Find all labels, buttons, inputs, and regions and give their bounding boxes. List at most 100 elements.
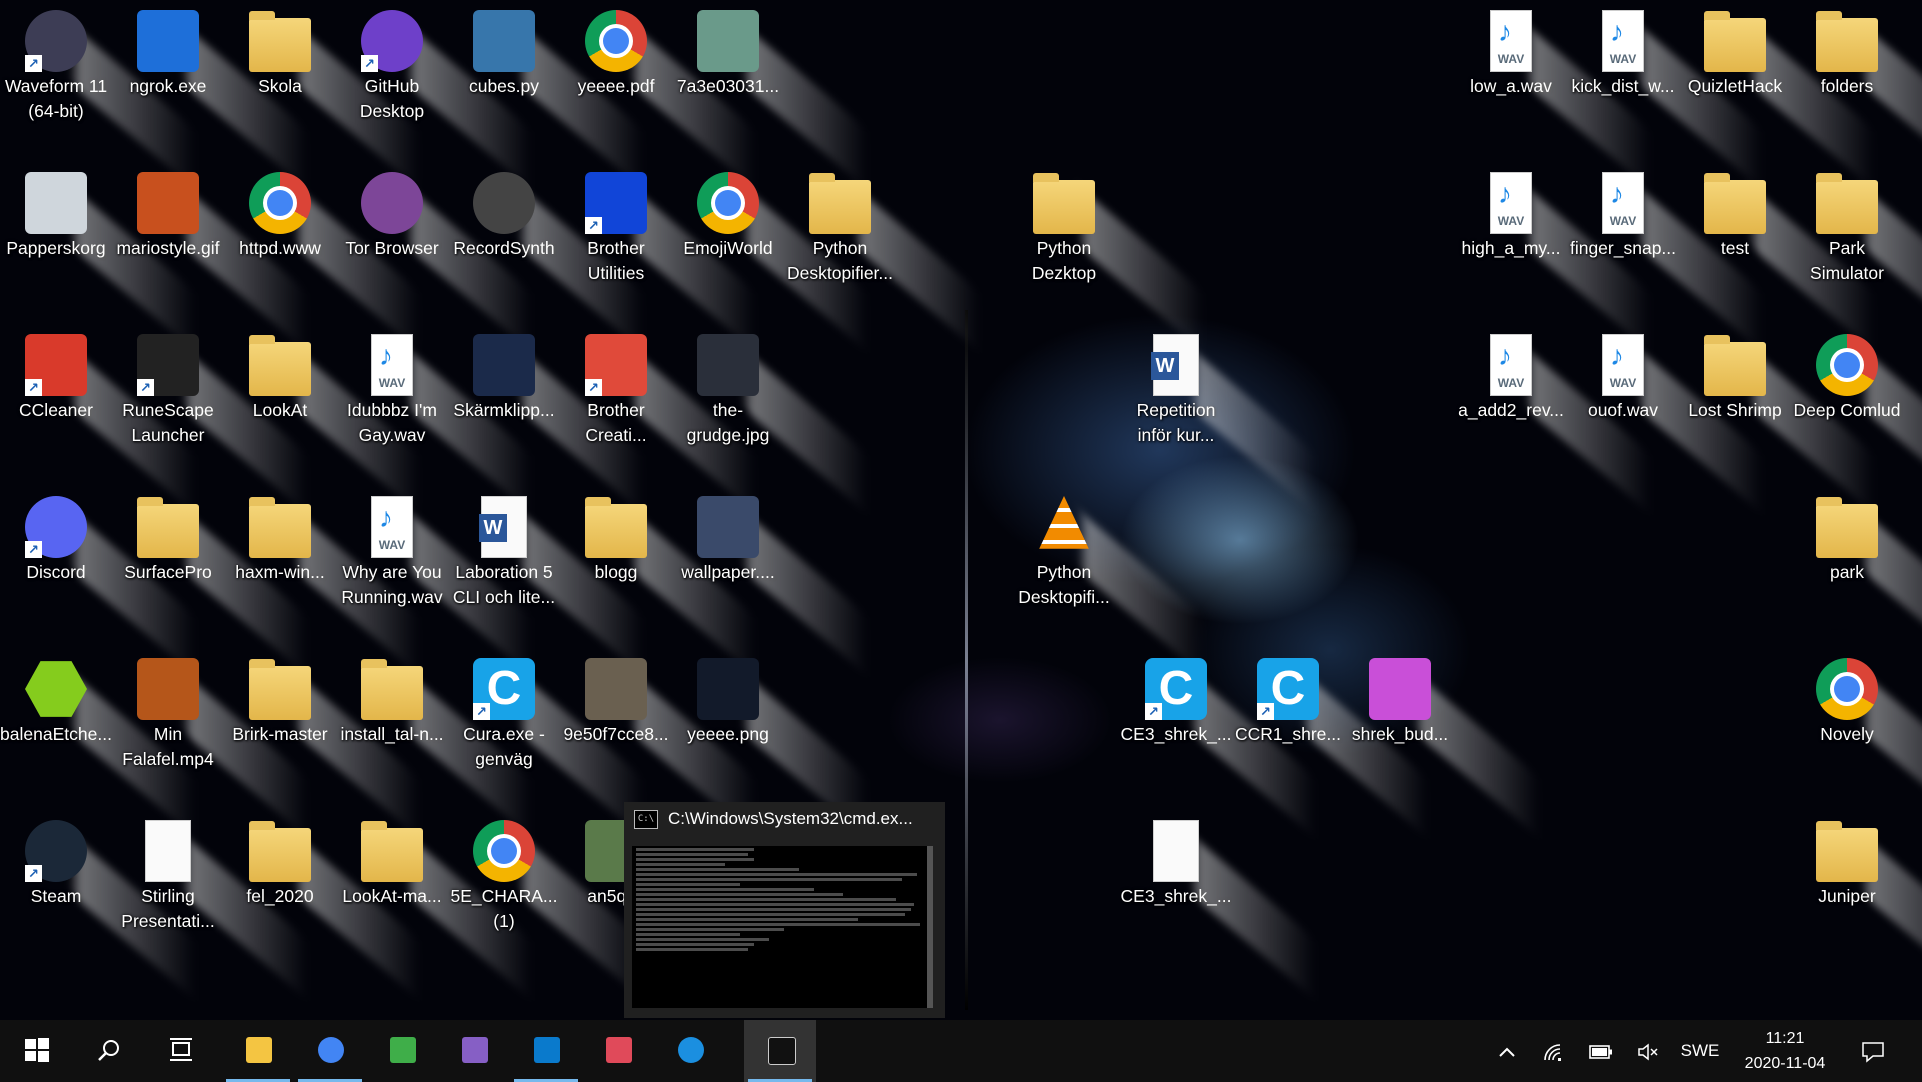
desktop-icon[interactable]: ↗ Steam [0, 814, 195, 999]
desktop-icon[interactable]: C ↗ CE3_shrek_... [1120, 652, 1315, 837]
action-center-button[interactable] [1855, 1020, 1891, 1082]
desktop-icon[interactable]: Brirk-master [224, 652, 419, 837]
desktop-icon[interactable]: W Laboration 5 CLI och lite... [448, 490, 643, 675]
desktop-icon[interactable]: 5E_CHARA... (1) [448, 814, 643, 999]
desktop-icon[interactable]: wallpaper.... [672, 490, 867, 675]
search-icon [98, 1040, 119, 1061]
desktop-icon[interactable]: Lost Shrimp [1679, 328, 1874, 513]
start-button[interactable] [0, 1020, 72, 1082]
desktop-icon[interactable]: folders [1791, 4, 1922, 189]
desktop-icon[interactable]: ↗ CCleaner [0, 328, 195, 513]
desktop-icon[interactable]: LookAt-ma... [336, 814, 531, 999]
desktop-icon[interactable]: ↗ GitHub Desktop [336, 4, 531, 189]
desktop-icon[interactable]: ♪ WAV low_a.wav [1455, 4, 1650, 189]
desktop-icon[interactable]: Park Simulator [1791, 166, 1922, 351]
desktop-icon[interactable]: W Repetition inför kur... [1120, 328, 1315, 513]
windows-start-icon [25, 1038, 49, 1062]
wav-file-icon: ♪ WAV [1480, 334, 1650, 513]
show-hidden-icons-button[interactable] [1490, 1020, 1524, 1082]
desktop-icon[interactable]: Python Desktopifier... [784, 166, 979, 351]
cmd-preview-title[interactable]: C:\ C:\Windows\System32\cmd.ex... [624, 802, 945, 836]
desktop-icon[interactable]: test [1679, 166, 1874, 351]
zip-folder-icon [809, 172, 979, 351]
taskbar-chrome-button[interactable] [294, 1020, 366, 1082]
shortcut-arrow-icon: ↗ [585, 217, 602, 234]
desktop-icon[interactable]: ♪ WAV finger_snap... [1567, 166, 1762, 351]
desktop-icon[interactable]: ↗ RuneScape Launcher [112, 328, 307, 513]
desktop-icon[interactable]: ♪ WAV Idubbbz I'm Gay.wav [336, 328, 531, 513]
desktop-icon[interactable]: haxm-win... [224, 490, 419, 675]
desktop-icon[interactable]: Tor Browser [336, 166, 531, 351]
desktop-icon[interactable]: 9e50f7cce8... [560, 652, 755, 837]
desktop-icon[interactable]: fel_2020 [224, 814, 419, 999]
desktop-icon[interactable]: C ↗ Cura.exe - genväg [448, 652, 643, 837]
desktop-icon[interactable]: C ↗ CCR1_shre... [1232, 652, 1427, 837]
taskbar-snipping-tool-button[interactable] [582, 1020, 654, 1082]
desktop-icon[interactable]: ↗ Brother Creati... [560, 328, 755, 513]
image-file-icon [697, 496, 867, 675]
desktop-icon[interactable]: park [1791, 490, 1922, 675]
desktop-icon[interactable]: ↗ Waveform 11 (64-bit) [0, 4, 195, 189]
desktop-icon[interactable]: Novely [1791, 652, 1922, 837]
volume-button[interactable] [1631, 1020, 1665, 1082]
desktop-icon[interactable]: Skola [224, 4, 419, 189]
cmd-window-preview[interactable]: C:\ C:\Windows\System32\cmd.ex... [624, 802, 945, 1018]
desktop-icon[interactable]: QuizletHack [1679, 4, 1874, 189]
clock[interactable]: 11:21 2020-11-04 [1720, 1026, 1850, 1076]
taskbar-vscode-button[interactable] [510, 1020, 582, 1082]
desktop-icon[interactable]: the-grudge.jpg [672, 328, 867, 513]
taskbar-edge-button[interactable] [654, 1020, 726, 1082]
cura-icon: C ↗ [1145, 658, 1315, 837]
taskbar-grid-app-button[interactable] [366, 1020, 438, 1082]
taskbar-command-prompt-button[interactable] [744, 1020, 816, 1082]
desktop-icon[interactable]: LookAt [224, 328, 419, 513]
desktop-icon[interactable]: Papperskorg [0, 166, 195, 351]
desktop-icon[interactable]: Deep Comlud [1791, 328, 1922, 513]
desktop-icon[interactable]: balenaEtche... [0, 652, 195, 837]
tor-browser-icon [361, 172, 531, 351]
desktop-icon[interactable]: ♪ WAV high_a_my... [1455, 166, 1650, 351]
desktop-icon[interactable]: httpd.www [224, 166, 419, 351]
taskbar-file-explorer-button[interactable] [222, 1020, 294, 1082]
desktop-icon[interactable]: shrek_bud... [1344, 652, 1539, 837]
desktop-icon[interactable]: Min Falafel.mp4 [112, 652, 307, 837]
cmd-preview-thumbnail[interactable] [632, 846, 928, 1008]
desktop-icon[interactable]: ♪ WAV kick_dist_w... [1567, 4, 1762, 189]
desktop-icon[interactable]: 7a3e03031... [672, 4, 867, 189]
desktop-icon[interactable]: mariostyle.gif [112, 166, 307, 351]
desktop-icon[interactable]: CE3_shrek_... [1120, 814, 1315, 999]
desktop-icon[interactable]: ♪ WAV Why are You Running.wav [336, 490, 531, 675]
desktop-icon[interactable]: Python Dezktop [1008, 166, 1203, 351]
desktop-icon[interactable]: ↗ Brother Utilities [560, 166, 755, 351]
desktop-icon[interactable]: Skärmklipp... [448, 328, 643, 513]
folder-icon [1704, 334, 1874, 513]
wav-file-icon: ♪ WAV [361, 334, 531, 513]
cmd-icon: C:\ [634, 810, 658, 830]
desktop-icon[interactable]: ♪ WAV a_add2_rev... [1455, 328, 1650, 513]
desktop-icon[interactable]: RecordSynth [448, 166, 643, 351]
desktop-icon[interactable]: yeeee.png [672, 652, 867, 837]
desktop-icon[interactable]: SurfacePro [112, 490, 307, 675]
ngrok-icon [137, 10, 307, 189]
desktop-icon[interactable]: Stirling Presentati... [112, 814, 307, 999]
desktop-icon[interactable]: cubes.py [448, 4, 643, 189]
task-view-button[interactable] [144, 1020, 216, 1082]
wav-file-icon: ♪ WAV [1480, 172, 1650, 351]
desktop-icon[interactable]: ↗ Discord [0, 490, 195, 675]
search-button[interactable] [72, 1020, 144, 1082]
chevron-up-icon [1499, 1047, 1515, 1057]
desktop-icon[interactable]: EmojiWorld [672, 166, 867, 351]
battery-button[interactable] [1584, 1020, 1618, 1082]
desktop-icon[interactable]: ♪ WAV ouof.wav [1567, 328, 1762, 513]
desktop-icon[interactable]: Python Desktopifi... [1008, 490, 1203, 675]
input-language-button[interactable]: SWE [1675, 1020, 1725, 1082]
taskbar-visual-studio-button[interactable] [438, 1020, 510, 1082]
desktop-icon[interactable]: install_tal-n... [336, 652, 531, 837]
desktop-icon[interactable]: blogg [560, 490, 755, 675]
desktop-icon[interactable]: yeeee.pdf [560, 4, 755, 189]
edge-icon [678, 1037, 704, 1063]
desktop-icon[interactable]: ngrok.exe [112, 4, 307, 189]
network-button[interactable] [1537, 1020, 1571, 1082]
paint3d-icon [1369, 658, 1539, 837]
desktop-icon[interactable]: Juniper [1791, 814, 1922, 999]
